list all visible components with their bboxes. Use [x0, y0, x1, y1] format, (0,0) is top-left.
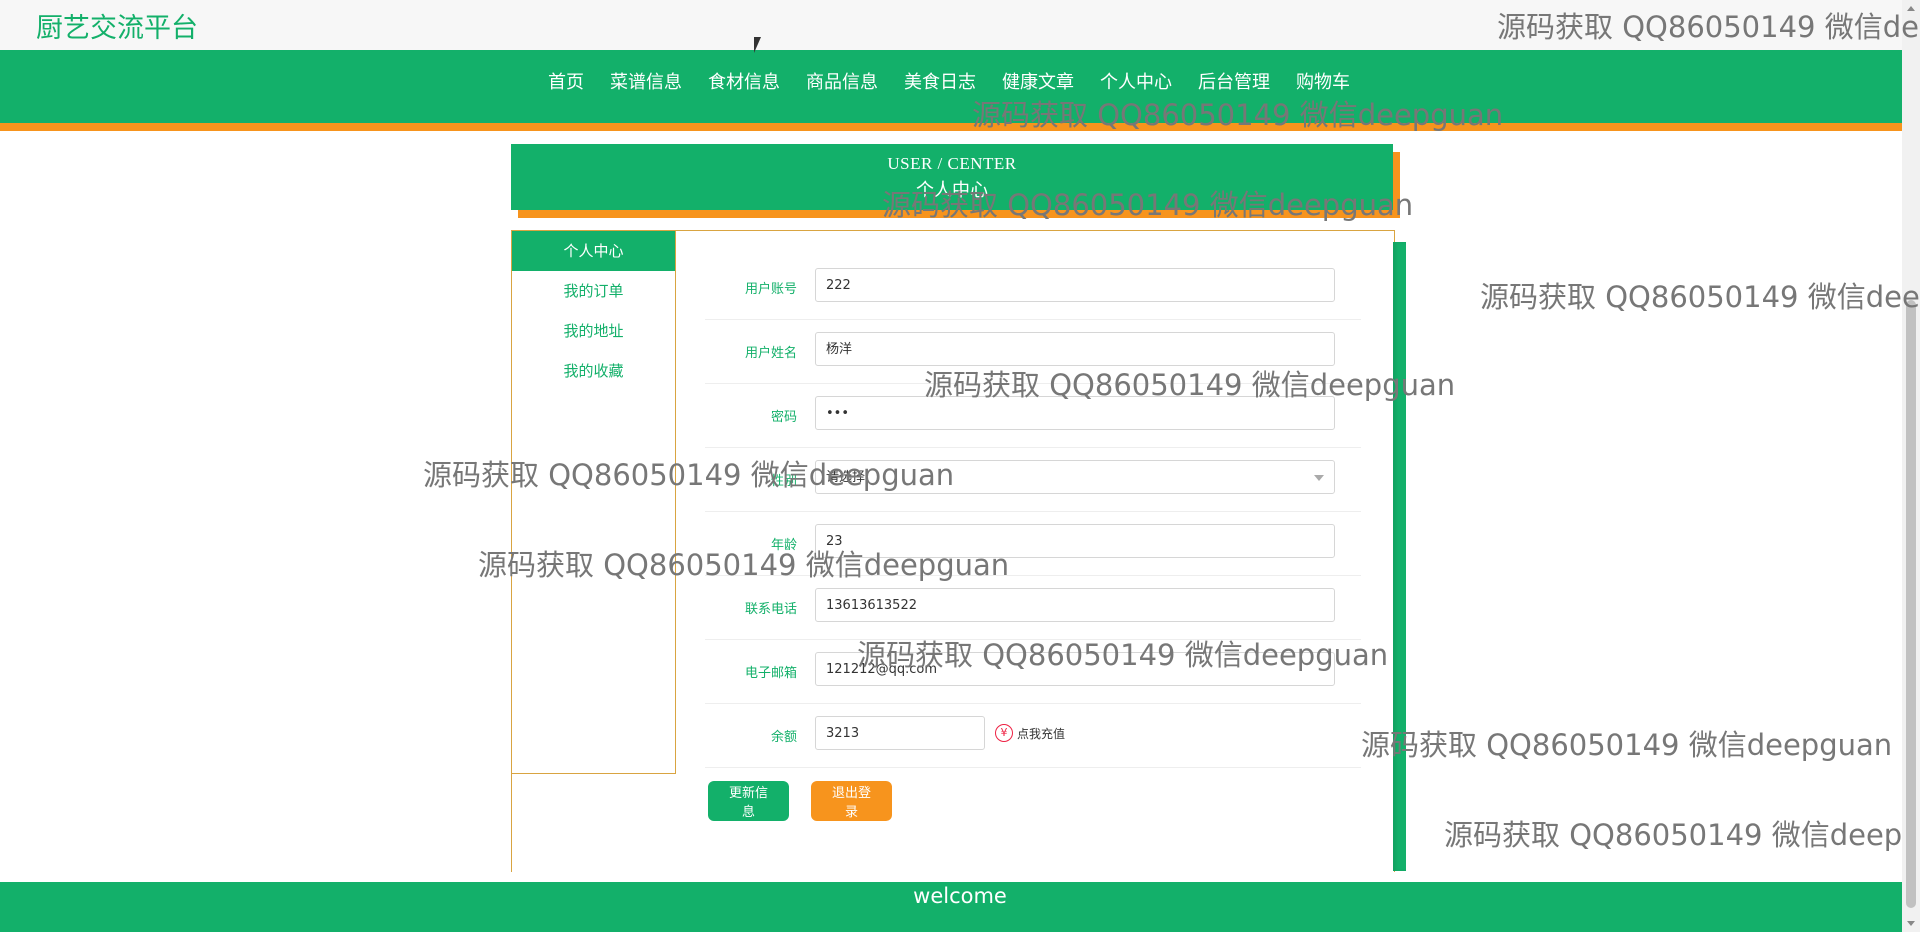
watermark: 源码获取 QQ86050149 微信dee: [1480, 280, 1920, 314]
nav-recipes[interactable]: 菜谱信息: [597, 70, 695, 96]
nav-food-log[interactable]: 美食日志: [891, 70, 989, 96]
main-nav: 首页 菜谱信息 食材信息 商品信息 美食日志 健康文章 个人中心 后台管理 购物…: [0, 50, 1902, 131]
mouse-cursor-icon: [754, 37, 768, 53]
form-row-age: 年龄 23: [705, 512, 1361, 576]
phone-label: 联系电话: [744, 602, 797, 617]
panel-side-bar: [1393, 242, 1406, 871]
form-row-email: 电子邮箱 121212@qq.com: [705, 640, 1361, 704]
nav-user-center[interactable]: 个人中心: [1087, 70, 1185, 96]
gender-label: 性别: [770, 474, 797, 489]
sidebar-item-user-center[interactable]: 个人中心: [512, 231, 675, 271]
sidebar-item-addresses[interactable]: 我的地址: [512, 311, 675, 351]
watermark: 源码获取 QQ86050149 微信deepguan: [1361, 728, 1893, 762]
password-input[interactable]: •••: [815, 396, 1335, 430]
recharge-link[interactable]: ¥ 点我充值: [995, 724, 1065, 742]
age-input[interactable]: 23: [815, 524, 1335, 558]
form-row-balance: 余额 3213 ¥ 点我充值: [705, 704, 1361, 768]
top-bar: 厨艺交流平台: [0, 0, 1902, 50]
yen-icon: ¥: [995, 724, 1013, 742]
recharge-label: 点我充值: [1017, 726, 1066, 741]
footer: welcome: [0, 882, 1902, 932]
age-label: 年龄: [770, 538, 797, 553]
name-label: 用户姓名: [744, 346, 797, 361]
phone-input[interactable]: 13613613522: [815, 588, 1335, 622]
nav-cart[interactable]: 购物车: [1283, 70, 1363, 96]
footer-text: welcome: [913, 884, 1007, 908]
user-sidebar: 个人中心 我的订单 我的地址 我的收藏: [511, 230, 676, 774]
page-title: 个人中心: [916, 180, 988, 201]
balance-input[interactable]: 3213: [815, 716, 985, 750]
nav-health-articles[interactable]: 健康文章: [989, 70, 1087, 96]
nav-home[interactable]: 首页: [535, 70, 597, 96]
page-scrollbar[interactable]: [1902, 0, 1920, 932]
form-row-name: 用户姓名 杨洋: [705, 320, 1361, 384]
site-title[interactable]: 厨艺交流平台: [36, 6, 198, 45]
form-actions: 更新信息 退出登录: [708, 781, 892, 821]
sidebar-item-favorites[interactable]: 我的收藏: [512, 351, 675, 391]
scroll-down-icon[interactable]: [1907, 921, 1915, 926]
form-row-gender: 性别 请选择: [705, 448, 1361, 512]
balance-label: 余额: [770, 730, 797, 745]
profile-form: 用户账号 222 用户姓名 杨洋 密码 ••• 性别 请选择 年龄 23 联系电…: [705, 256, 1361, 768]
account-label: 用户账号: [744, 282, 797, 297]
gender-select-value: 请选择: [826, 470, 866, 485]
sidebar-item-orders[interactable]: 我的订单: [512, 271, 675, 311]
scroll-thumb[interactable]: [1906, 300, 1916, 908]
form-row-phone: 联系电话 13613613522: [705, 576, 1361, 640]
page-head-en: USER / CENTER: [887, 154, 1017, 173]
nav-products[interactable]: 商品信息: [793, 70, 891, 96]
form-row-account: 用户账号 222: [705, 256, 1361, 320]
chevron-down-icon: [1314, 475, 1324, 481]
email-input[interactable]: 121212@qq.com: [815, 652, 1335, 686]
watermark: 源码获取 QQ86050149 微信deep: [1444, 818, 1903, 852]
scroll-up-icon[interactable]: [1907, 6, 1915, 11]
form-row-password: 密码 •••: [705, 384, 1361, 448]
email-label: 电子邮箱: [744, 666, 797, 681]
account-input[interactable]: 222: [815, 268, 1335, 302]
update-info-button[interactable]: 更新信息: [708, 781, 789, 821]
password-label: 密码: [770, 410, 797, 425]
page-head: USER / CENTER 个人中心: [511, 144, 1393, 210]
gender-select[interactable]: 请选择: [815, 460, 1335, 494]
logout-button[interactable]: 退出登录: [811, 781, 892, 821]
name-input[interactable]: 杨洋: [815, 332, 1335, 366]
nav-admin[interactable]: 后台管理: [1185, 70, 1283, 96]
nav-ingredients[interactable]: 食材信息: [695, 70, 793, 96]
